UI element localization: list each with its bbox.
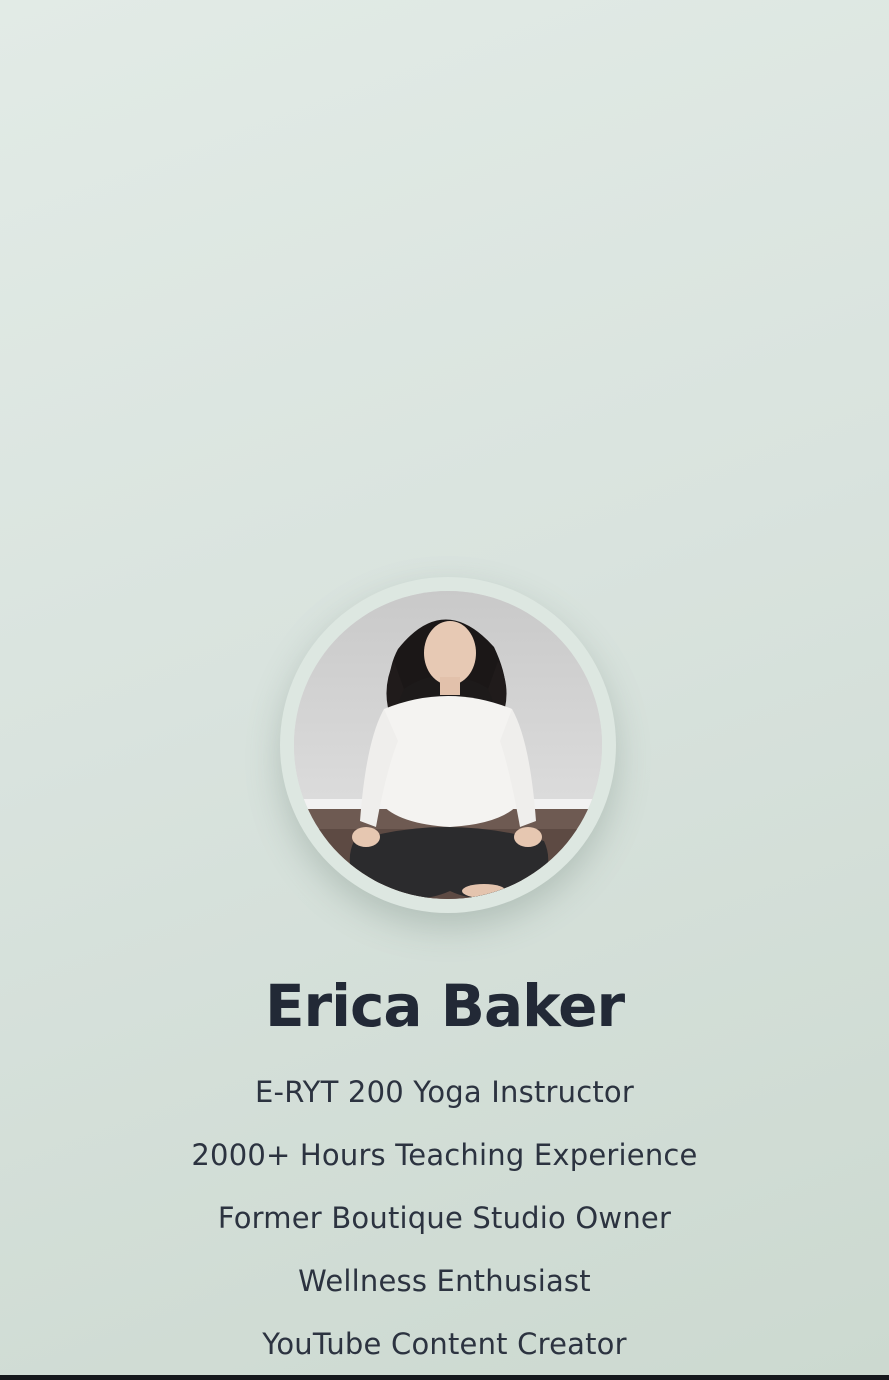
credential-item: E-RYT 200 Yoga Instructor [255, 1075, 634, 1109]
avatar [294, 591, 602, 899]
credential-item: YouTube Content Creator [262, 1327, 627, 1361]
credential-item: Former Boutique Studio Owner [217, 1201, 672, 1235]
bottom-edge-bar [0, 1375, 889, 1380]
credential-item: Wellness Enthusiast [298, 1264, 591, 1298]
credential-item: 2000+ Hours Teaching Experience [191, 1138, 698, 1172]
profile-photo [294, 591, 602, 899]
hero-section: Erica Baker E-RYT 200 Yoga Instructor 20… [0, 0, 889, 1375]
credentials-list: E-RYT 200 Yoga Instructor 2000+ Hours Te… [0, 1061, 889, 1376]
profile-name: Erica Baker [264, 972, 625, 1040]
avatar-frame [280, 577, 616, 913]
